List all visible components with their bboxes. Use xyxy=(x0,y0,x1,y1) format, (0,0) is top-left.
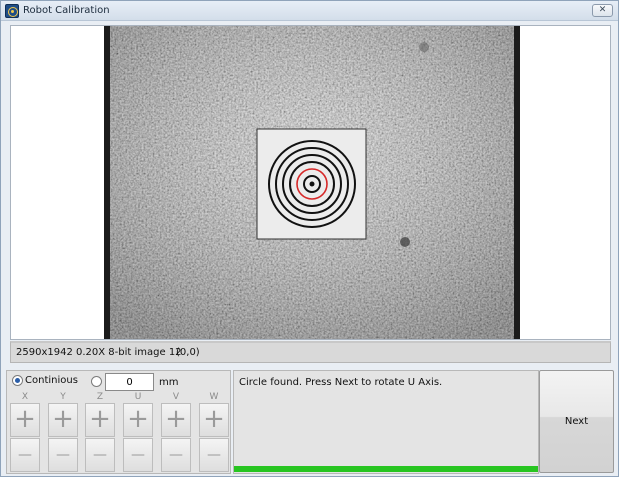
unit-label: mm xyxy=(159,377,179,388)
message-panel: Circle found. Press Next to rotate U Axi… xyxy=(233,370,539,474)
axis-label-w: W xyxy=(209,392,219,402)
jog-minus-w-button[interactable]: — xyxy=(199,438,229,472)
step-radio[interactable] xyxy=(91,376,102,387)
next-button[interactable]: Next xyxy=(539,370,614,473)
axis-label-x: X xyxy=(21,392,29,402)
axis-label-y: Y xyxy=(60,392,66,402)
progress-bar xyxy=(234,465,538,473)
camera-image xyxy=(104,26,520,339)
camera-view[interactable] xyxy=(104,26,520,339)
image-info-text: 2590x1942 0.20X 8-bit image 12 xyxy=(16,347,182,358)
jog-plus-u-button[interactable]: + xyxy=(123,403,153,437)
cursor-coordinates: (0,0) xyxy=(176,347,200,358)
app-icon xyxy=(5,4,19,18)
window-title: Robot Calibration xyxy=(23,5,110,16)
status-message: Circle found. Press Next to rotate U Axi… xyxy=(239,377,443,388)
axis-label-u: U xyxy=(134,392,142,402)
step-distance-input[interactable] xyxy=(105,373,154,391)
close-icon: ✕ xyxy=(598,5,607,15)
control-area: Continious mm X+—Y+—Z+—U+—V+—W+— Circle … xyxy=(6,370,616,474)
image-panel xyxy=(10,25,611,340)
jog-minus-v-button[interactable]: — xyxy=(161,438,191,472)
title-bar: Robot Calibration ✕ xyxy=(1,1,618,21)
image-status-bar: 2590x1942 0.20X 8-bit image 12 (0,0) xyxy=(10,341,611,363)
jog-plus-v-button[interactable]: + xyxy=(161,403,191,437)
jog-minus-u-button[interactable]: — xyxy=(123,438,153,472)
jog-plus-x-button[interactable]: + xyxy=(10,403,40,437)
jog-plus-y-button[interactable]: + xyxy=(48,403,78,437)
jog-panel: Continious mm X+—Y+—Z+—U+—V+—W+— xyxy=(6,370,231,474)
calibration-target xyxy=(256,128,367,240)
jog-minus-x-button[interactable]: — xyxy=(10,438,40,472)
continuous-label: Continious xyxy=(25,375,78,386)
close-button[interactable]: ✕ xyxy=(592,4,613,17)
calibration-window: Robot Calibration ✕ 2590x1942 0.20X 8-bi… xyxy=(0,0,619,477)
axis-label-z: Z xyxy=(96,392,104,402)
jog-minus-y-button[interactable]: — xyxy=(48,438,78,472)
jog-minus-z-button[interactable]: — xyxy=(85,438,115,472)
continuous-radio[interactable] xyxy=(12,375,23,386)
jog-plus-z-button[interactable]: + xyxy=(85,403,115,437)
progress-fill xyxy=(234,466,538,472)
jog-plus-w-button[interactable]: + xyxy=(199,403,229,437)
axis-label-v: V xyxy=(172,392,180,402)
